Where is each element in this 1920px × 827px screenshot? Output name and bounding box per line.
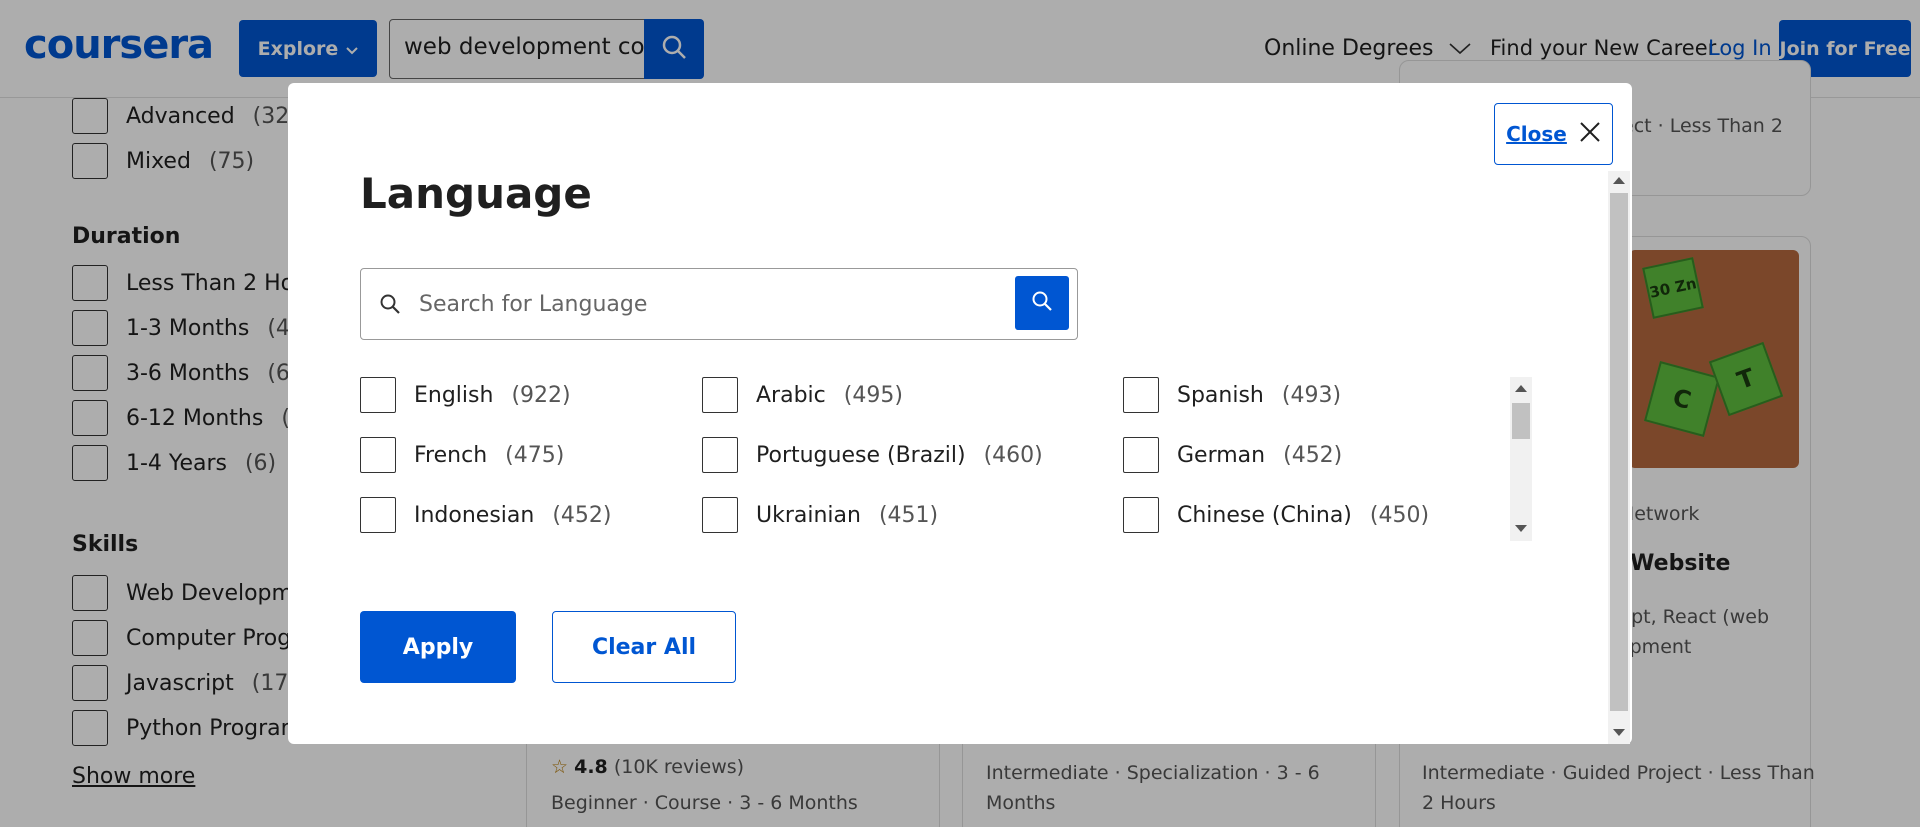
language-search-box [360, 268, 1078, 340]
language-count: (452) [1283, 442, 1343, 468]
language-count: (493) [1281, 382, 1342, 408]
language-count: (460) [983, 442, 1043, 468]
scroll-down-arrow-icon[interactable] [1515, 525, 1527, 532]
clear-all-button[interactable]: Clear All [552, 611, 736, 683]
search-icon [379, 293, 401, 319]
language-label: Ukrainian [756, 502, 861, 528]
checkbox[interactable] [1123, 497, 1159, 533]
language-options-list[interactable]: English (922) Arabic (495) Spanish (493)… [360, 375, 1538, 539]
language-search-input[interactable] [419, 271, 999, 337]
close-label: Close [1506, 122, 1567, 146]
dialog-title: Language [360, 169, 592, 218]
language-count: (452) [552, 502, 612, 528]
dialog-scrollbar-thumb[interactable] [1610, 193, 1628, 711]
language-option[interactable]: French (475) [360, 437, 564, 473]
language-count: (495) [843, 382, 903, 408]
language-option[interactable]: Ukrainian (451) [702, 497, 938, 533]
close-button[interactable]: Close [1494, 103, 1613, 165]
language-label: Indonesian [414, 502, 535, 528]
language-label: Chinese (China) [1177, 502, 1352, 528]
checkbox[interactable] [360, 437, 396, 473]
language-option[interactable]: Chinese (China) (450) [1123, 497, 1429, 533]
search-icon [1031, 290, 1053, 316]
language-count: (451) [878, 502, 939, 528]
language-label: English [414, 382, 494, 408]
options-scrollbar-thumb[interactable] [1512, 403, 1530, 439]
checkbox[interactable] [1123, 377, 1159, 413]
language-search-button[interactable] [1015, 276, 1069, 330]
apply-button[interactable]: Apply [360, 611, 516, 683]
dialog-scrollbar[interactable] [1608, 171, 1630, 744]
scroll-down-arrow-icon[interactable] [1613, 729, 1625, 736]
language-label: Spanish [1177, 382, 1264, 408]
language-option[interactable]: Arabic (495) [702, 377, 903, 413]
language-count: (475) [505, 442, 565, 468]
language-label: French [414, 442, 488, 468]
checkbox[interactable] [1123, 437, 1159, 473]
language-option[interactable]: Indonesian (452) [360, 497, 612, 533]
language-count: (450) [1369, 502, 1430, 528]
checkbox[interactable] [360, 377, 396, 413]
language-option[interactable]: Portuguese (Brazil) (460) [702, 437, 1043, 473]
language-option[interactable]: German (452) [1123, 437, 1342, 473]
scroll-up-arrow-icon[interactable] [1613, 177, 1625, 184]
checkbox[interactable] [702, 437, 738, 473]
scroll-up-arrow-icon[interactable] [1515, 385, 1527, 392]
language-label: Arabic [756, 382, 826, 408]
language-label: Portuguese (Brazil) [756, 442, 966, 468]
language-label: German [1177, 442, 1266, 468]
options-scrollbar[interactable] [1510, 377, 1532, 541]
checkbox[interactable] [702, 377, 738, 413]
checkbox[interactable] [360, 497, 396, 533]
checkbox[interactable] [702, 497, 738, 533]
language-count: (922) [511, 382, 571, 408]
language-option[interactable]: English (922) [360, 377, 571, 413]
language-filter-dialog: Close Language English (922) Arabic (495… [288, 83, 1632, 744]
close-icon [1579, 121, 1601, 147]
language-option[interactable]: Spanish (493) [1123, 377, 1341, 413]
